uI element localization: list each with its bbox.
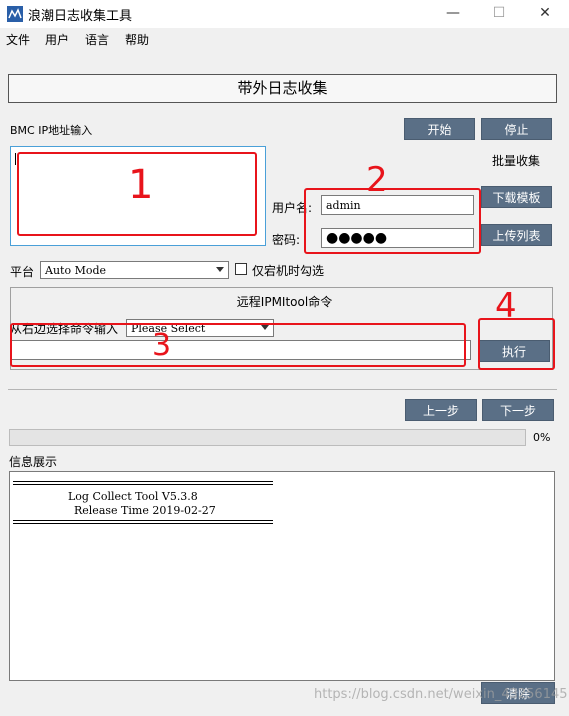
menu-language[interactable]: 语言 <box>85 31 109 48</box>
minimize-button[interactable]: — <box>430 0 476 28</box>
next-step-button[interactable]: 下一步 <box>482 399 554 421</box>
info-line-release: Release Time 2019-02-27 <box>74 504 216 517</box>
separator-line <box>13 520 273 524</box>
annotation-number-1: 1 <box>128 162 154 208</box>
download-template-button[interactable]: 下载模板 <box>481 186 552 208</box>
stop-button[interactable]: 停止 <box>481 118 552 140</box>
title-bar: 浪潮日志收集工具 — ☐ ✕ <box>0 0 569 28</box>
annotation-box-2 <box>304 188 481 254</box>
platform-label: 平台 <box>10 265 35 279</box>
separator-line <box>13 481 273 485</box>
annotation-number-4: 4 <box>495 286 517 326</box>
info-line-version: Log Collect Tool V5.3.8 <box>68 490 198 503</box>
info-display[interactable]: Log Collect Tool V5.3.8 Release Time 201… <box>9 471 555 681</box>
annotation-box-3 <box>10 323 466 367</box>
section-header: 带外日志收集 <box>8 74 557 103</box>
upload-list-button[interactable]: 上传列表 <box>481 224 552 246</box>
platform-selected-value: Auto Mode <box>45 264 107 277</box>
progress-label: 0% <box>533 431 551 444</box>
chevron-down-icon <box>216 267 224 272</box>
crash-only-checkbox[interactable] <box>235 263 247 275</box>
menu-help[interactable]: 帮助 <box>125 31 149 48</box>
bmc-ip-label: BMC IP地址输入 <box>10 124 93 137</box>
progress-bar <box>9 429 526 446</box>
password-label: 密码: <box>272 233 301 247</box>
crash-only-label: 仅宕机时勾选 <box>252 264 325 278</box>
window-title: 浪潮日志收集工具 <box>28 9 133 24</box>
watermark: https://blog.csdn.net/weixin_43256145 <box>314 687 568 702</box>
menu-file[interactable]: 文件 <box>6 31 30 48</box>
platform-select[interactable]: Auto Mode <box>40 261 229 279</box>
annotation-number-2: 2 <box>366 160 388 200</box>
app-icon <box>7 6 23 22</box>
divider <box>8 389 557 390</box>
menu-user[interactable]: 用户 <box>45 31 69 48</box>
info-label: 信息展示 <box>9 455 58 469</box>
menu-bar: 文件 用户 语言 帮助 <box>0 28 569 50</box>
batch-collect-label: 批量收集 <box>492 154 541 168</box>
ipmi-section-title: 远程IPMItool命令 <box>236 295 333 309</box>
text-cursor <box>15 153 16 165</box>
annotation-number-3: 3 <box>152 328 172 363</box>
prev-step-button[interactable]: 上一步 <box>405 399 477 421</box>
close-button[interactable]: ✕ <box>522 0 568 28</box>
maximize-button[interactable]: ☐ <box>476 0 522 28</box>
start-button[interactable]: 开始 <box>404 118 475 140</box>
